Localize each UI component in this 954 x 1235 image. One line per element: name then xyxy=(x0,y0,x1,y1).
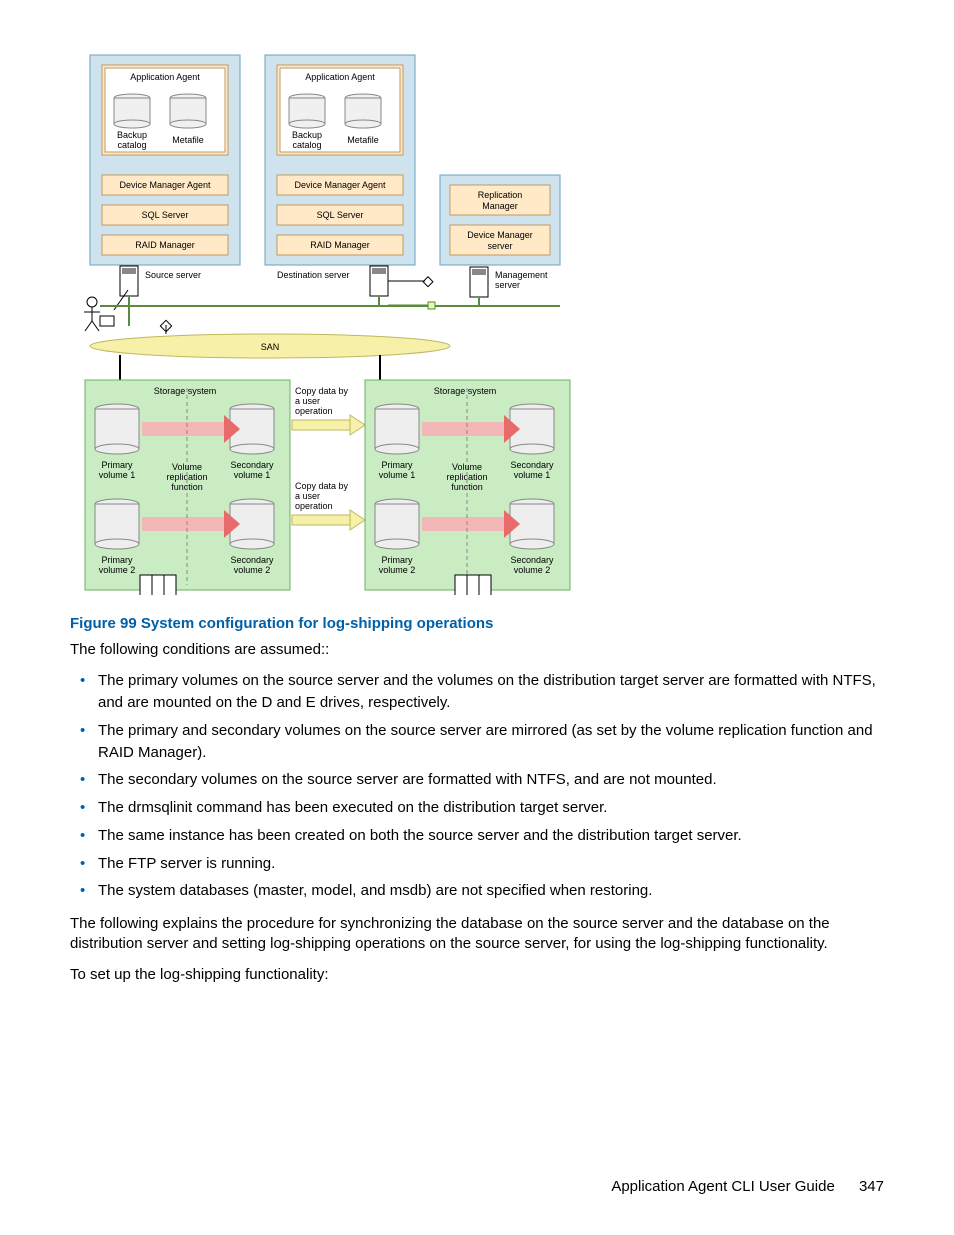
svg-text:Secondary: Secondary xyxy=(230,555,274,565)
svg-text:volume 2: volume 2 xyxy=(514,565,551,575)
svg-text:catalog: catalog xyxy=(117,140,146,150)
svg-text:Copy data by: Copy data by xyxy=(295,481,349,491)
svg-text:a user: a user xyxy=(295,396,320,406)
svg-text:SQL Server: SQL Server xyxy=(317,210,364,220)
svg-text:Device Manager Agent: Device Manager Agent xyxy=(119,180,211,190)
svg-text:SQL Server: SQL Server xyxy=(142,210,189,220)
svg-text:Destination server: Destination server xyxy=(277,270,350,280)
svg-text:server: server xyxy=(487,241,512,251)
server-icon xyxy=(370,266,388,296)
list-item: The same instance has been created on bo… xyxy=(98,825,884,847)
svg-text:Backup: Backup xyxy=(292,130,322,140)
svg-text:volume 2: volume 2 xyxy=(99,565,136,575)
list-item: The secondary volumes on the source serv… xyxy=(98,769,884,791)
page-number: 347 xyxy=(859,1178,884,1195)
svg-text:Primary: Primary xyxy=(102,555,133,565)
svg-text:Management: Management xyxy=(495,270,548,280)
svg-text:Replication: Replication xyxy=(478,190,523,200)
svg-text:Primary: Primary xyxy=(382,555,413,565)
svg-text:Metafile: Metafile xyxy=(172,135,204,145)
svg-text:volume 1: volume 1 xyxy=(379,470,416,480)
svg-text:volume 2: volume 2 xyxy=(379,565,416,575)
svg-text:Storage system: Storage system xyxy=(434,386,497,396)
figure-diagram: Application Agent Backup catalog Metafil… xyxy=(80,50,884,595)
svg-text:Metafile: Metafile xyxy=(347,135,379,145)
svg-text:Manager: Manager xyxy=(482,201,518,211)
svg-text:server: server xyxy=(495,280,520,290)
system-config-diagram: Application Agent Backup catalog Metafil… xyxy=(80,50,580,595)
svg-text:operation: operation xyxy=(295,406,333,416)
list-item: The FTP server is running. xyxy=(98,853,884,875)
svg-text:Secondary: Secondary xyxy=(230,460,274,470)
list-item: The primary and secondary volumes on the… xyxy=(98,720,884,764)
svg-text:Storage system: Storage system xyxy=(154,386,217,396)
intro-text: The following conditions are assumed:: xyxy=(70,640,884,660)
svg-text:Primary: Primary xyxy=(382,460,413,470)
svg-text:Application Agent: Application Agent xyxy=(130,72,200,82)
footer-title: Application Agent CLI User Guide xyxy=(611,1178,834,1195)
svg-text:RAID Manager: RAID Manager xyxy=(310,240,370,250)
svg-text:catalog: catalog xyxy=(292,140,321,150)
svg-text:Secondary: Secondary xyxy=(510,555,554,565)
svg-text:Primary: Primary xyxy=(102,460,133,470)
list-item: The primary volumes on the source server… xyxy=(98,670,884,714)
svg-text:operation: operation xyxy=(295,501,333,511)
svg-text:Device Manager Agent: Device Manager Agent xyxy=(294,180,386,190)
user-icon xyxy=(84,297,114,331)
document-page: Application Agent Backup catalog Metafil… xyxy=(0,0,954,1235)
server-icon xyxy=(470,267,488,297)
figure-caption: Figure 99 System configuration for log-s… xyxy=(70,615,884,632)
page-footer: Application Agent CLI User Guide 347 xyxy=(611,1178,884,1195)
svg-text:volume 1: volume 1 xyxy=(514,470,551,480)
setup-text: To set up the log-shipping functionality… xyxy=(70,965,884,985)
svg-text:volume 2: volume 2 xyxy=(234,565,271,575)
svg-text:volume 1: volume 1 xyxy=(234,470,271,480)
svg-text:RAID Manager: RAID Manager xyxy=(135,240,195,250)
list-item: The system databases (master, model, and… xyxy=(98,880,884,902)
server-icon xyxy=(120,266,138,296)
svg-text:volume 1: volume 1 xyxy=(99,470,136,480)
list-item: The drmsqlinit command has been executed… xyxy=(98,797,884,819)
svg-text:Copy data by: Copy data by xyxy=(295,386,349,396)
svg-text:a user: a user xyxy=(295,491,320,501)
svg-text:Backup: Backup xyxy=(117,130,147,140)
svg-text:Source server: Source server xyxy=(145,270,201,280)
svg-text:Application Agent: Application Agent xyxy=(305,72,375,82)
svg-text:SAN: SAN xyxy=(261,342,280,352)
conditions-list: The primary volumes on the source server… xyxy=(70,670,884,902)
procedure-text: The following explains the procedure for… xyxy=(70,914,884,955)
svg-text:Device Manager: Device Manager xyxy=(467,230,533,240)
svg-text:Secondary: Secondary xyxy=(510,460,554,470)
